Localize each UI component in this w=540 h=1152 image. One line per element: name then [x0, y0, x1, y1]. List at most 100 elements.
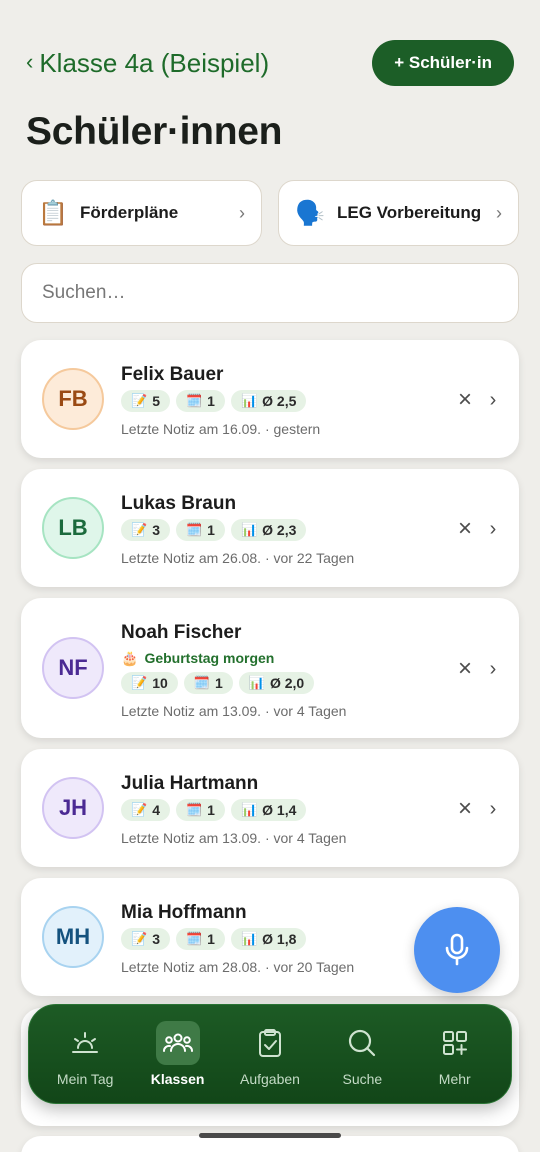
- chevron-left-icon: ‹: [26, 49, 34, 74]
- leg-vorbereitung-card[interactable]: 🗣️ LEG Vorbereitung ›: [278, 180, 519, 246]
- student-info: Lukas Braun 📝 3 🗓️ 1 📊 Ø 2,3 Letzte Notiz a…: [121, 491, 439, 569]
- close-icon[interactable]: ×: [455, 517, 475, 541]
- chevron-right-icon: ›: [239, 202, 245, 223]
- average-value: Ø 1,8: [262, 931, 297, 947]
- nav-klassen[interactable]: Klassen: [135, 1021, 221, 1087]
- leg-vorbereitung-label: LEG Vorbereitung: [337, 203, 482, 222]
- student-info: Noah Fischer 🎂 Geburtstag morgen 📝 10 🗓️ 1…: [121, 620, 439, 722]
- average-value: Ø 1,4: [262, 802, 297, 818]
- chart-icon: 📊: [248, 675, 265, 690]
- search-box: [21, 263, 519, 323]
- calendar-icon: 🗓️: [185, 522, 203, 537]
- clipboard-check-icon: [248, 1021, 292, 1065]
- average-badge: 📊 Ø 1,8: [230, 928, 307, 950]
- dates-count: 1: [207, 802, 215, 818]
- header: ‹ Klasse 4a (Beispiel) + Schüler·in: [26, 40, 514, 86]
- nav-aufgaben[interactable]: Aufgaben: [227, 1021, 313, 1087]
- memo-icon: 📝: [131, 522, 148, 537]
- close-icon[interactable]: ×: [455, 657, 475, 681]
- add-student-button[interactable]: + Schüler·in: [372, 40, 514, 86]
- chevron-right-icon[interactable]: ›: [485, 519, 501, 539]
- sunrise-icon: [63, 1021, 107, 1065]
- dates-count: 1: [207, 393, 215, 409]
- average-value: Ø 2,3: [262, 522, 297, 538]
- average-badge: 📊 Ø 2,0: [238, 672, 315, 694]
- student-card[interactable]: NF Noah Fischer 🎂 Geburtstag morgen 📝 10 …: [21, 598, 519, 738]
- last-note-meta: Letzte Notiz am 13.09. · vor 4 Tagen: [121, 703, 347, 719]
- badge-row: 📝 3 🗓️ 1 📊 Ø 1,8: [121, 928, 439, 954]
- dates-count: 1: [207, 931, 215, 947]
- add-student-label: + Schüler·in: [394, 53, 492, 72]
- memo-icon: 📝: [131, 675, 148, 690]
- chevron-right-icon[interactable]: ›: [485, 659, 501, 679]
- student-name: Felix Bauer: [121, 364, 224, 385]
- notes-badge: 📝 3: [121, 928, 170, 950]
- last-note-meta: Letzte Notiz am 13.09. · vor 4 Tagen: [121, 830, 347, 846]
- close-icon[interactable]: ×: [455, 797, 475, 821]
- avatar: FB: [42, 368, 104, 430]
- average-value: Ø 2,0: [269, 675, 305, 691]
- last-note-meta: Letzte Notiz am 26.08. · vor 22 Tagen: [121, 550, 355, 566]
- chart-icon: 📊: [240, 802, 258, 817]
- badge-row: 📝 10 🗓️ 1 📊 Ø 2,0: [121, 672, 439, 698]
- close-icon[interactable]: ×: [455, 388, 475, 412]
- notes-count: 10: [152, 675, 168, 691]
- grid-plus-icon: [433, 1021, 477, 1065]
- student-info: Felix Bauer 📝 5 🗓️ 1 📊 Ø 2,5 Letzte Notiz a…: [121, 362, 439, 440]
- student-info: Mia Hoffmann 📝 3 🗓️ 1 📊 Ø 1,8 Letzte Notiz …: [121, 900, 439, 978]
- chevron-right-icon: ›: [496, 202, 502, 223]
- page-title: Schüler·innen: [26, 110, 283, 153]
- dates-badge: 🗓️ 1: [175, 799, 225, 821]
- memo-icon: 📝: [131, 393, 148, 408]
- notes-count: 3: [152, 522, 160, 538]
- speaking-head-icon: 🗣️: [295, 199, 325, 227]
- calendar-icon: 🗓️: [185, 802, 203, 817]
- calendar-icon: 🗓️: [185, 931, 203, 946]
- student-name: Mia Hoffmann: [121, 902, 247, 923]
- student-card[interactable]: JH Julia Hartmann 📝 4 🗓️ 1 📊 Ø 1,4 Letzte N…: [21, 749, 519, 867]
- nav-label: Suche: [342, 1071, 383, 1087]
- student-card-partial[interactable]: [21, 1136, 519, 1152]
- home-indicator[interactable]: [199, 1133, 341, 1138]
- avatar: LB: [42, 497, 104, 559]
- student-name: Lukas Braun: [121, 493, 237, 514]
- nav-suche[interactable]: Suche: [319, 1021, 405, 1087]
- chevron-right-icon[interactable]: ›: [485, 390, 501, 410]
- birthday-label: Geburtstag morgen: [144, 650, 275, 666]
- calendar-icon: 🗓️: [185, 393, 203, 408]
- back-link[interactable]: ‹ Klasse 4a (Beispiel): [26, 48, 269, 79]
- microphone-icon: [445, 933, 469, 966]
- foerderplaene-label: Förderpläne: [80, 203, 179, 222]
- notes-badge: 📝 10: [121, 672, 178, 694]
- nav-label: Mehr: [438, 1071, 471, 1087]
- search-input[interactable]: [42, 282, 498, 304]
- birthday-note: 🎂 Geburtstag morgen: [121, 646, 439, 670]
- badge-row: 📝 4 🗓️ 1 📊 Ø 1,4: [121, 799, 439, 825]
- student-name: Julia Hartmann: [121, 773, 259, 794]
- avatar: JH: [42, 777, 104, 839]
- notes-badge: 📝 3: [121, 519, 170, 541]
- people-icon: [155, 1021, 200, 1065]
- student-card[interactable]: LB Lukas Braun 📝 3 🗓️ 1 📊 Ø 2,3 Letzte Noti…: [21, 469, 519, 587]
- dates-badge: 🗓️ 1: [175, 928, 225, 950]
- voice-note-button[interactable]: [414, 907, 500, 993]
- average-badge: 📊 Ø 2,3: [230, 519, 307, 541]
- chart-icon: 📊: [240, 393, 258, 408]
- chart-icon: 📊: [240, 522, 258, 537]
- nav-mehr[interactable]: Mehr: [412, 1021, 498, 1087]
- student-card[interactable]: FB Felix Bauer 📝 5 🗓️ 1 📊 Ø 2,5 Letzte Noti…: [21, 340, 519, 458]
- average-badge: 📊 Ø 1,4: [230, 799, 307, 821]
- avatar: MH: [42, 906, 104, 968]
- clipboard-icon: 📋: [38, 199, 68, 227]
- foerderplaene-card[interactable]: 📋 Förderpläne ›: [21, 180, 262, 246]
- badge-row: 📝 3 🗓️ 1 📊 Ø 2,3: [121, 519, 439, 545]
- chevron-right-icon[interactable]: ›: [485, 799, 501, 819]
- nav-mein-tag[interactable]: Mein Tag: [42, 1021, 128, 1087]
- dates-badge: 🗓️ 1: [183, 672, 233, 694]
- notes-badge: 📝 5: [121, 390, 170, 412]
- chart-icon: 📊: [240, 931, 258, 946]
- nav-label: Klassen: [150, 1071, 205, 1087]
- badge-row: 📝 5 🗓️ 1 📊 Ø 2,5: [121, 390, 439, 416]
- calendar-icon: 🗓️: [193, 675, 210, 690]
- nav-label: Aufgaben: [239, 1071, 300, 1087]
